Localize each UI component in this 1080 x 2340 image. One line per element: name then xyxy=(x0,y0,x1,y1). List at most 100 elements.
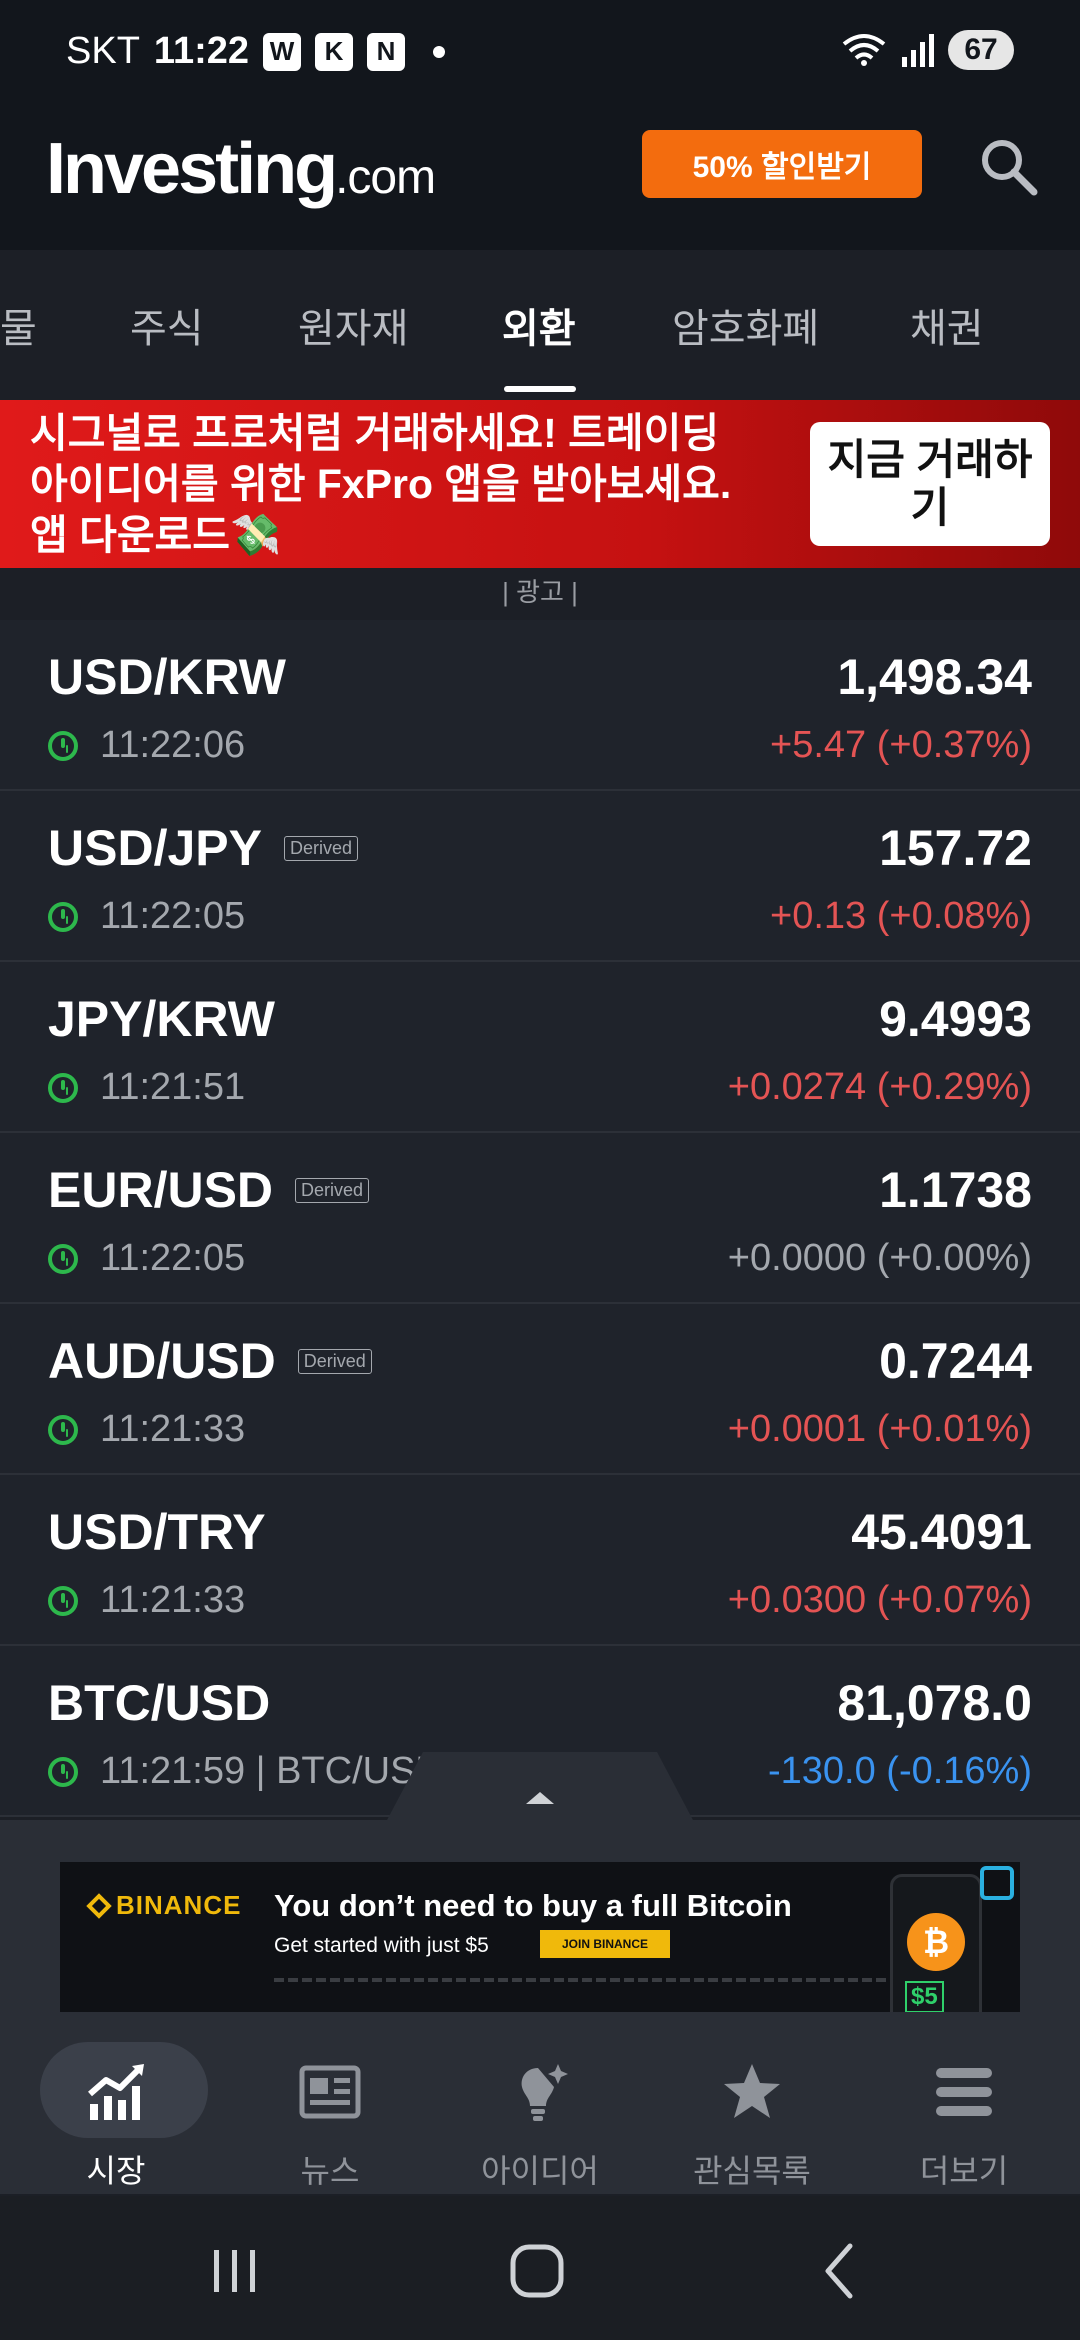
tab-bonds[interactable]: 채권 xyxy=(910,296,984,354)
quote-price: 0.7244 xyxy=(879,1333,1032,1389)
bottom-navigation: 시장 뉴스 아이디어 관심목록 더보기 xyxy=(0,2040,1080,2196)
quote-change: +0.0001 (+0.01%) xyxy=(727,1408,1032,1450)
menu-icon xyxy=(936,2068,992,2116)
quote-row[interactable]: JPY/KRW 11:21:51 9.4993 +0.0274 (+0.29%) xyxy=(0,962,1080,1133)
pair-name: USD/KRW xyxy=(48,648,286,706)
pair-symbol: AUD/USD xyxy=(48,1333,276,1389)
join-binance-button[interactable]: JOIN BINANCE xyxy=(540,1930,671,1958)
binance-brand: BINANCE xyxy=(116,1890,242,1920)
quote-time: 11:21:33 xyxy=(48,1579,245,1622)
quote-time: 11:22:05 xyxy=(48,1237,245,1280)
clock-icon xyxy=(48,1585,78,1616)
nav-label: 더보기 xyxy=(919,2153,1009,2189)
fxpro-ad-banner[interactable]: 시그널로 프로처럼 거래하세요! 트레이딩 아이디어를 위한 FxPro 앱을 … xyxy=(0,400,1080,568)
active-tab-indicator xyxy=(504,386,576,392)
ad-text-line: 시그널로 프로처럼 거래하세요! 트레이딩 xyxy=(30,410,720,456)
pair-name: USD/JPY Derived xyxy=(48,819,358,877)
search-icon[interactable] xyxy=(976,134,1040,198)
tab-forex[interactable]: 외환 xyxy=(502,296,576,354)
nav-item-ideas[interactable]: 아이디어 xyxy=(432,2040,648,2196)
home-icon[interactable] xyxy=(502,2236,572,2306)
category-tabs: 물 주식 원자재 외환 암호화폐 채권 xyxy=(0,250,1080,400)
nav-item-markets[interactable]: 시장 xyxy=(8,2040,224,2196)
time-text: 11:22:06 xyxy=(100,724,246,766)
quote-price: 1.1738 xyxy=(879,1162,1032,1218)
tab-commodities[interactable]: 원자재 xyxy=(298,296,408,354)
bitcoin-icon: ₿ xyxy=(907,1913,965,1971)
quote-time: 11:21:59 | BTC/USD xyxy=(48,1750,443,1793)
quote-row[interactable]: EUR/USD Derived 11:22:05 1.1738 +0.0000 (… xyxy=(0,1133,1080,1304)
tab-stocks[interactable]: 주식 xyxy=(130,296,204,354)
derived-badge: Derived xyxy=(283,835,358,861)
pair-symbol: USD/JPY xyxy=(48,820,262,876)
notification-app-icon: W xyxy=(263,32,301,71)
quote-change: +0.0000 (+0.00%) xyxy=(727,1237,1032,1279)
logo-main: Investing xyxy=(46,129,338,209)
ad-text: 시그널로 프로처럼 거래하세요! 트레이딩 아이디어를 위한 FxPro 앱을 … xyxy=(30,408,800,561)
nav-label: 뉴스 xyxy=(300,2153,360,2189)
quote-time: 11:22:06 xyxy=(48,724,245,767)
clock-icon xyxy=(48,1756,78,1787)
status-bar: SKT 11:22 W K N 67 xyxy=(0,0,1080,110)
recent-apps-icon[interactable] xyxy=(200,2236,270,2306)
pair-name: JPY/KRW xyxy=(48,990,275,1048)
pair-name: EUR/USD Derived xyxy=(48,1161,370,1219)
quote-row[interactable]: AUD/USD Derived 11:21:33 0.7244 +0.0001 (… xyxy=(0,1304,1080,1475)
lightbulb-icon xyxy=(521,2064,568,2121)
amount-badge: $5 xyxy=(905,1981,944,2012)
ad-text-line: 아이디어를 위한 FxPro 앱을 받아보세요. xyxy=(30,461,732,507)
quote-change: +0.13 (+0.08%) xyxy=(770,895,1032,937)
nav-item-watchlist[interactable]: 관심목록 xyxy=(644,2040,860,2196)
quote-time: 11:22:05 xyxy=(48,895,245,938)
binance-diamond-icon xyxy=(86,1892,112,1919)
pair-name: AUD/USD Derived xyxy=(48,1332,372,1390)
drawer-handle[interactable] xyxy=(386,1752,694,1822)
status-right: 67 xyxy=(842,30,1014,70)
signal-icon xyxy=(902,34,934,67)
investing-logo[interactable]: Investing.com xyxy=(46,128,436,210)
pair-symbol: USD/KRW xyxy=(48,649,286,705)
clock-icon xyxy=(48,730,78,761)
nav-item-more[interactable]: 더보기 xyxy=(856,2040,1072,2196)
time-text: 11:21:33 xyxy=(100,1579,246,1621)
quote-row[interactable]: USD/KRW 11:22:06 1,498.34 +5.47 (+0.37%) xyxy=(0,620,1080,791)
newspaper-icon xyxy=(299,2065,361,2119)
nav-label: 관심목록 xyxy=(693,2153,811,2189)
pair-symbol: USD/TRY xyxy=(48,1504,266,1560)
chevron-up-icon[interactable] xyxy=(526,1792,554,1804)
adchoices-icon[interactable] xyxy=(980,1866,1014,1900)
back-icon[interactable] xyxy=(806,2236,876,2306)
quote-row[interactable]: USD/JPY Derived 11:22:05 157.72 +0.13 (+0… xyxy=(0,791,1080,962)
clock-time: 11:22 xyxy=(153,30,249,72)
notification-app-icon: K xyxy=(315,32,353,71)
quote-change: +0.0300 (+0.07%) xyxy=(727,1579,1032,1621)
status-left: SKT 11:22 W K N xyxy=(66,30,445,73)
notification-dot-icon xyxy=(433,45,445,58)
discount-promo-button[interactable]: 50% 할인받기 xyxy=(642,130,922,198)
pair-symbol: BTC/USD xyxy=(48,1675,271,1731)
time-text: 11:21:59 | BTC/USD xyxy=(100,1750,443,1792)
quote-price: 1,498.34 xyxy=(837,649,1032,705)
quote-list: USD/KRW 11:22:06 1,498.34 +5.47 (+0.37%)… xyxy=(0,620,1080,1817)
quote-change: +0.0274 (+0.29%) xyxy=(727,1066,1032,1108)
tab-futures[interactable]: 물 xyxy=(0,296,37,354)
time-text: 11:22:05 xyxy=(100,1237,246,1279)
time-text: 11:22:05 xyxy=(100,895,246,937)
quote-time: 11:21:51 xyxy=(48,1066,245,1109)
star-icon xyxy=(724,2064,780,2118)
tab-crypto[interactable]: 암호화폐 xyxy=(672,296,819,354)
binance-ad[interactable]: BINANCE You don’t need to buy a full Bit… xyxy=(60,1862,1020,2012)
app-header: Investing.com 50% 할인받기 xyxy=(0,110,1080,250)
quote-price: 81,078.0 xyxy=(837,1675,1032,1731)
system-nav-bar xyxy=(0,2196,1080,2340)
clock-icon xyxy=(48,901,78,932)
derived-badge: Derived xyxy=(297,1348,372,1374)
nav-item-news[interactable]: 뉴스 xyxy=(222,2040,438,2196)
quote-row[interactable]: USD/TRY 11:21:33 45.4091 +0.0300 (+0.07%… xyxy=(0,1475,1080,1646)
quote-price: 9.4993 xyxy=(879,991,1032,1047)
logo-suffix: .com xyxy=(335,151,436,204)
clock-icon xyxy=(48,1243,78,1274)
ad-text-line: 앱 다운로드💸 xyxy=(30,512,282,558)
ad-subline: Get started with just $5 xyxy=(274,1934,489,1957)
ad-cta-button[interactable]: 지금 거래하기 xyxy=(810,422,1050,546)
